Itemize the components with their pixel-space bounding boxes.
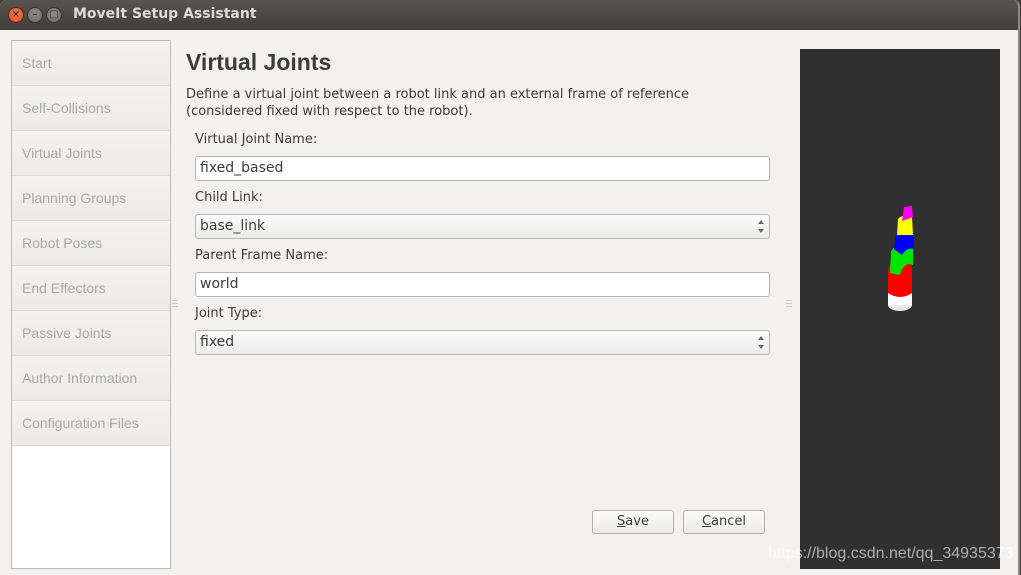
maximize-window-button[interactable]: □ (46, 7, 62, 23)
sidebar-nav: Start Self-Collisions Virtual Joints Pla… (11, 40, 171, 569)
title-bar: × – □ MoveIt Setup Assistant (0, 0, 1018, 30)
minimize-window-button[interactable]: – (27, 7, 43, 23)
sidebar-item-virtual-joints[interactable]: Virtual Joints (12, 131, 170, 176)
parent-frame-name-label: Parent Frame Name: (195, 248, 329, 263)
close-icon: × (11, 9, 21, 20)
watermark-text: https://blog.csdn.net/qq_34935373 (768, 545, 1014, 562)
sidebar-item-passive-joints[interactable]: Passive Joints (12, 311, 170, 356)
up-down-arrows-icon (758, 335, 765, 350)
right-splitter-handle[interactable] (786, 300, 792, 308)
maximize-icon: □ (49, 9, 59, 20)
cancel-label-rest: ancel (711, 514, 747, 529)
page-description: Define a virtual joint between a robot l… (186, 87, 689, 119)
sidebar-item-self-collisions[interactable]: Self-Collisions (12, 86, 170, 131)
virtual-joints-panel: Virtual Joints Define a virtual joint be… (186, 46, 776, 355)
left-splitter-handle[interactable] (172, 300, 178, 308)
virtual-joint-form: Virtual Joint Name: fixed_based Child Li… (195, 131, 770, 363)
virtual-joint-name-value: fixed_based (200, 160, 284, 176)
window-title: MoveIt Setup Assistant (73, 6, 257, 22)
sidebar-item-author-information[interactable]: Author Information (12, 356, 170, 401)
sidebar-item-configuration-files[interactable]: Configuration Files (12, 401, 170, 446)
save-button[interactable]: Save (592, 510, 674, 534)
parent-frame-name-value: world (200, 276, 239, 292)
virtual-joint-name-input[interactable]: fixed_based (195, 156, 770, 181)
close-window-button[interactable]: × (8, 7, 24, 23)
cancel-button[interactable]: Cancel (683, 510, 765, 534)
moveit-setup-window: × – □ MoveIt Setup Assistant Start Self-… (0, 0, 1020, 575)
robot-3d-viewer[interactable] (800, 49, 1000, 569)
child-link-value: base_link (200, 218, 266, 234)
parent-frame-name-input[interactable]: world (195, 272, 770, 297)
child-link-select[interactable]: base_link (195, 214, 770, 239)
page-title: Virtual Joints (186, 49, 332, 75)
virtual-joint-name-label: Virtual Joint Name: (195, 132, 318, 147)
child-link-label: Child Link: (195, 190, 263, 205)
minimize-icon: – (32, 9, 38, 20)
sidebar-item-start[interactable]: Start (12, 41, 170, 86)
joint-type-select[interactable]: fixed (195, 330, 770, 355)
joint-type-value: fixed (200, 334, 235, 350)
up-down-arrows-icon (758, 219, 765, 234)
sidebar-item-planning-groups[interactable]: Planning Groups (12, 176, 170, 221)
sidebar-item-end-effectors[interactable]: End Effectors (12, 266, 170, 311)
save-label-rest: ave (625, 514, 649, 529)
robot-model (888, 206, 914, 311)
sidebar-item-robot-poses[interactable]: Robot Poses (12, 221, 170, 266)
cancel-mnemonic: C (701, 514, 712, 529)
joint-type-label: Joint Type: (195, 306, 263, 321)
